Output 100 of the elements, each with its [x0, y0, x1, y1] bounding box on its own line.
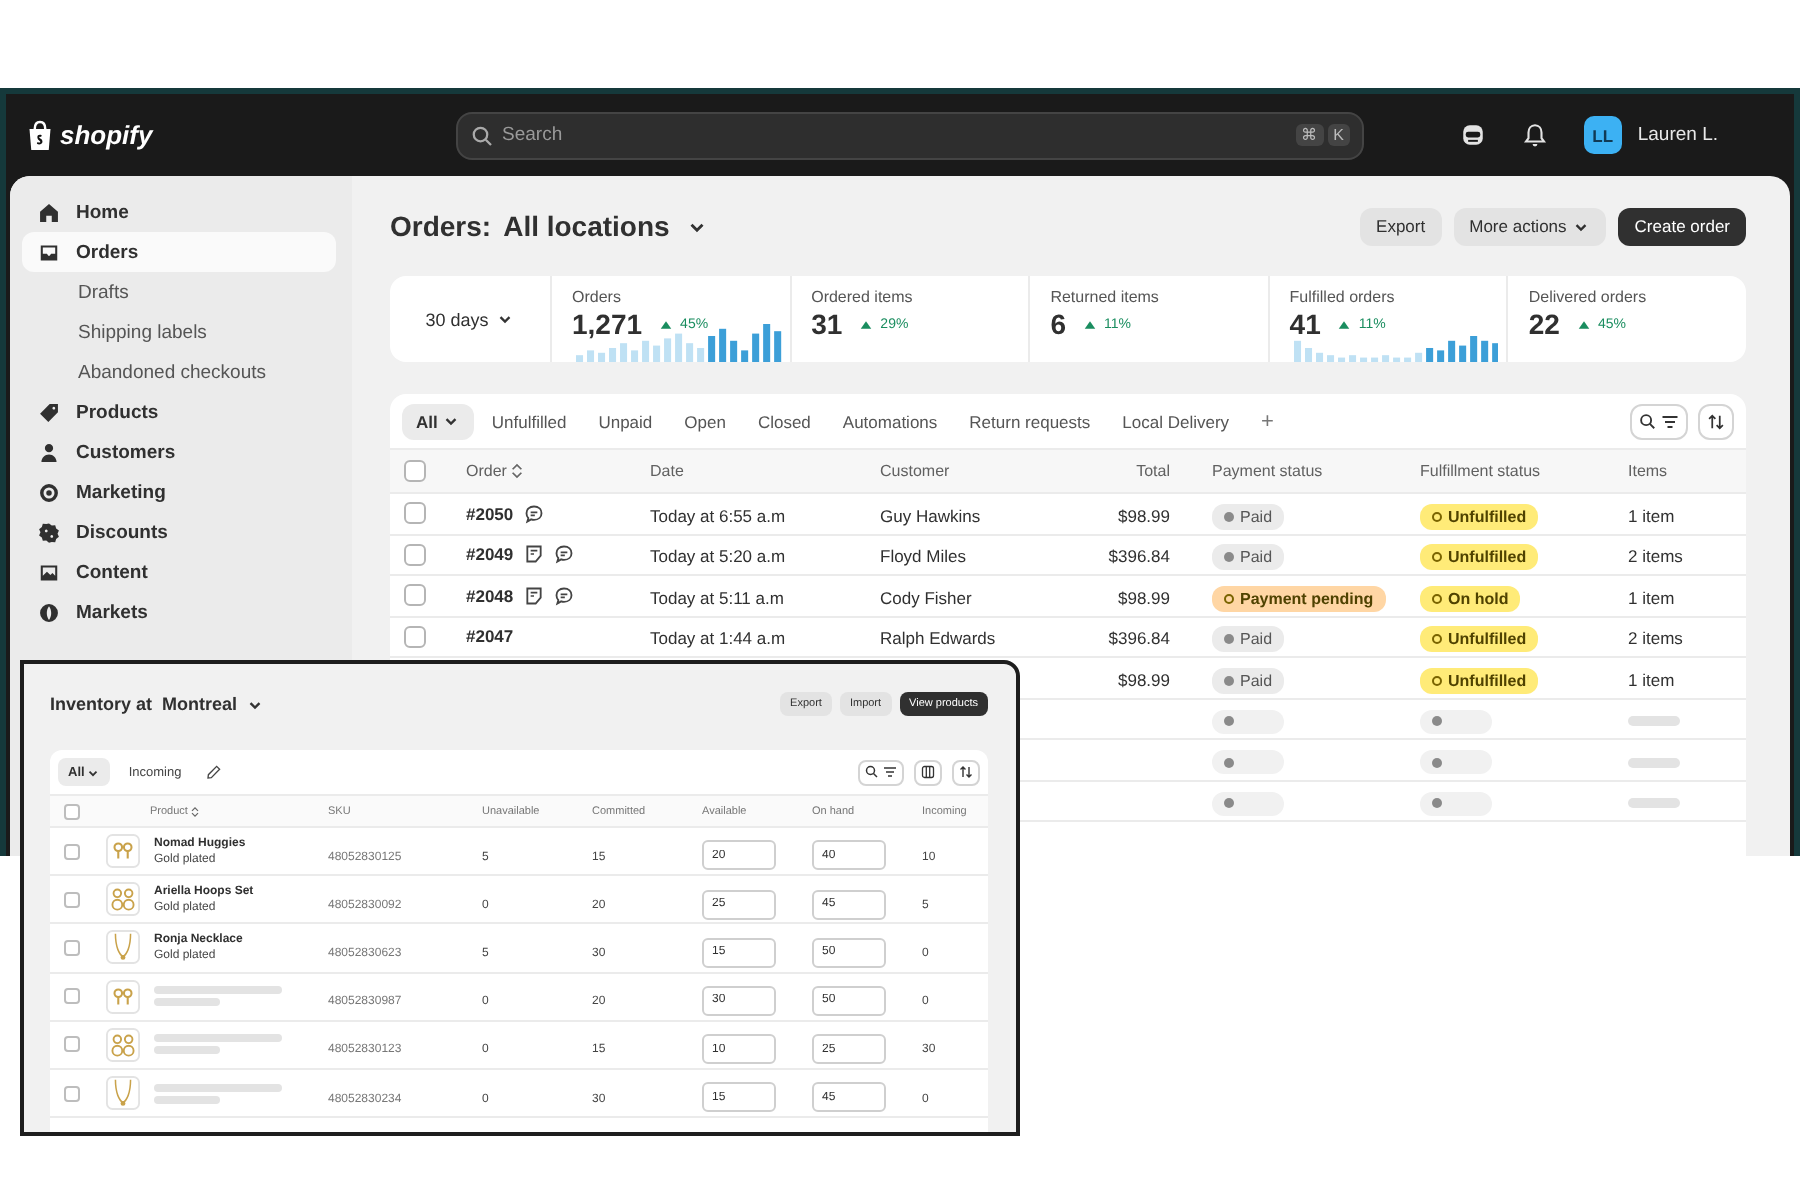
- select-all-checkbox[interactable]: [64, 803, 80, 819]
- filter-tab[interactable]: Unfulfilled: [477, 403, 581, 439]
- person-icon: [38, 441, 60, 463]
- status-badge: Paid: [1212, 626, 1285, 653]
- sidebar-item[interactable]: Markets: [22, 592, 336, 632]
- row-checkbox[interactable]: [64, 1085, 80, 1102]
- row-checkbox[interactable]: [64, 843, 80, 860]
- stat-label: Returned items: [1050, 288, 1161, 306]
- filter-tab[interactable]: Return requests: [955, 403, 1105, 439]
- sidebar-subitem[interactable]: Shipping labels: [22, 312, 336, 352]
- filter-tab[interactable]: Local Delivery: [1108, 403, 1244, 439]
- caret-icon: [86, 765, 101, 779]
- add-tab-button[interactable]: +: [1247, 403, 1288, 439]
- sidebar-item[interactable]: Products: [22, 392, 336, 432]
- shortcut-key: K: [1327, 124, 1350, 146]
- filter-icon: [882, 764, 898, 780]
- status-badge: On hold: [1420, 585, 1521, 612]
- table-cell: 1 item: [1628, 669, 1675, 690]
- location-selector[interactable]: All locations: [503, 210, 670, 242]
- table-cell: Floyd Miles: [880, 546, 966, 567]
- sidebar-item[interactable]: Discounts: [22, 512, 336, 552]
- column-header: Order: [466, 462, 650, 480]
- filter-tab[interactable]: Open: [670, 403, 740, 439]
- filter-tab[interactable]: Automations: [828, 403, 952, 439]
- loading-placeholder: [1628, 757, 1680, 768]
- column-header: Customer: [880, 462, 952, 480]
- loading-placeholder: [154, 1083, 282, 1092]
- row-checkbox[interactable]: [404, 543, 426, 566]
- stat-label: Delivered orders: [1528, 288, 1649, 306]
- loading-placeholder: [154, 986, 282, 995]
- stat-value: 1,271: [572, 308, 647, 340]
- columns-button[interactable]: [914, 759, 942, 785]
- table-cell: Today at 6:55 a.m: [650, 505, 786, 526]
- search-field[interactable]: Search: [502, 124, 1288, 146]
- action-button[interactable]: More actions: [1453, 207, 1607, 245]
- row-checkbox[interactable]: [64, 939, 80, 956]
- table-cell: 1 item: [1628, 505, 1675, 526]
- loading-placeholder: [1212, 750, 1284, 775]
- status-badge: Paid: [1212, 544, 1285, 571]
- row-checkbox[interactable]: [404, 584, 426, 607]
- shopping-bag-icon: [26, 119, 54, 151]
- order-row[interactable]: #2047 Today at 1:44 a.m Ralph Edwards $396.84 Paid Unfulfilled 2 items: [390, 617, 1746, 658]
- sidebar-item[interactable]: Marketing: [22, 472, 336, 512]
- bell-icon[interactable]: [1521, 122, 1548, 148]
- status-badge: Unfulfilled: [1420, 626, 1539, 653]
- sidebar-subitem[interactable]: Abandoned checkouts: [22, 352, 336, 392]
- order-row[interactable]: #2050 Today at 6:55 a.m Guy Hawkins $98.99 Paid Unfulfilled 1 item: [390, 494, 1746, 535]
- order-number[interactable]: #2047: [466, 626, 514, 647]
- order-row[interactable]: #2048 Today at 5:11 a.m Cody Fisher $98.99 Payment pending On hold 1 item: [390, 576, 1746, 617]
- table-cell: Guy Hawkins: [880, 505, 981, 526]
- loading-placeholder: [154, 1046, 220, 1055]
- order-number[interactable]: #2049: [466, 544, 514, 565]
- pencil-icon[interactable]: [205, 764, 222, 780]
- row-checkbox[interactable]: [404, 502, 426, 525]
- order-number[interactable]: #2050: [466, 503, 514, 524]
- table-cell: Cody Fisher: [880, 587, 972, 608]
- sort-icon: [189, 805, 200, 817]
- filter-icon: [1660, 411, 1680, 431]
- status-badge: Unfulfilled: [1420, 503, 1539, 530]
- search-filter-button[interactable]: [1630, 403, 1688, 439]
- target-icon: [38, 481, 60, 503]
- table-cell: Today at 5:20 a.m: [650, 546, 786, 567]
- search-filter-button[interactable]: [858, 759, 904, 785]
- action-button[interactable]: Export: [1360, 207, 1442, 245]
- loading-placeholder: [1212, 791, 1284, 816]
- search-icon: [470, 123, 494, 147]
- filter-tab[interactable]: Unpaid: [584, 403, 667, 439]
- sidebar-item[interactable]: Customers: [22, 432, 336, 472]
- user-name[interactable]: Lauren L.: [1637, 124, 1718, 146]
- tag-icon: [38, 401, 60, 423]
- order-row[interactable]: #2049 Today at 5:20 a.m Floyd Miles $396.84 Paid Unfulfilled 2 items: [390, 535, 1746, 576]
- date-range-button[interactable]: 30 days: [413, 307, 527, 331]
- row-checkbox[interactable]: [404, 625, 426, 648]
- table-cell: 1 item: [1628, 587, 1675, 608]
- sidebar-item[interactable]: Orders: [22, 232, 336, 272]
- loading-placeholder: [1628, 716, 1680, 727]
- search-bar[interactable]: Search ⌘ K: [456, 111, 1364, 159]
- row-checkbox[interactable]: [64, 891, 80, 908]
- column-header: Fulfillment status: [1420, 462, 1543, 480]
- select-all-checkbox[interactable]: [404, 460, 426, 482]
- loading-placeholder: [1212, 709, 1284, 734]
- sort-button[interactable]: [1698, 403, 1734, 439]
- sidebar-subitem[interactable]: Drafts: [22, 272, 336, 312]
- filter-tab[interactable]: Closed: [743, 403, 825, 439]
- table-cell: $98.99: [1118, 505, 1170, 526]
- avatar[interactable]: LL: [1583, 116, 1622, 154]
- status-badge: Paid: [1212, 503, 1285, 530]
- order-number[interactable]: #2048: [466, 585, 514, 606]
- sidebar-item[interactable]: Content: [22, 552, 336, 592]
- sidebar-item[interactable]: Home: [22, 192, 336, 232]
- table-cell: Today at 5:11 a.m: [650, 587, 784, 608]
- filter-tab[interactable]: All: [402, 403, 474, 439]
- status-badge: Paid: [1212, 667, 1285, 694]
- table-cell: $396.84: [1108, 546, 1170, 567]
- robot-icon[interactable]: [1459, 122, 1486, 148]
- row-checkbox[interactable]: [64, 988, 80, 1005]
- inbox-icon: [38, 241, 60, 263]
- loading-placeholder: [1420, 791, 1492, 816]
- row-checkbox[interactable]: [64, 1036, 80, 1053]
- action-button[interactable]: Create order: [1618, 207, 1746, 245]
